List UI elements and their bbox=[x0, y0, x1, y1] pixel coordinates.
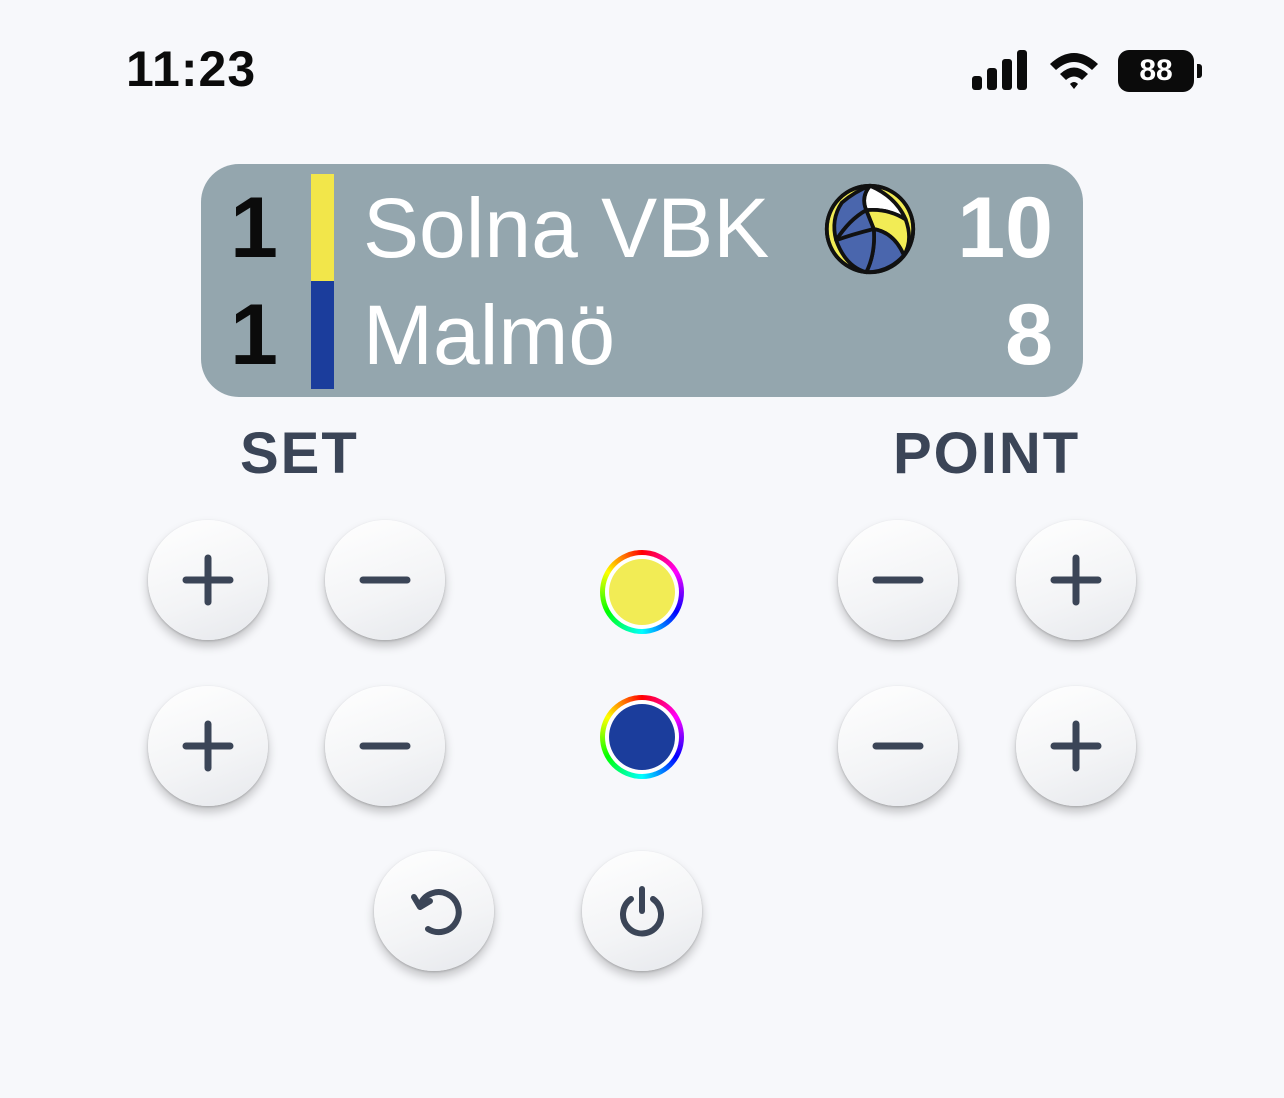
app-screen: 11:23 88 1 Solna VBK 10 1 Malmö 8 SET PO… bbox=[0, 0, 1284, 1098]
set-minus-button-home[interactable] bbox=[325, 520, 445, 640]
minus-icon bbox=[359, 576, 411, 584]
power-icon bbox=[620, 886, 664, 937]
set-plus-button-home[interactable] bbox=[148, 520, 268, 640]
team-sets: 1 bbox=[230, 180, 278, 276]
team-color-picker-away[interactable] bbox=[600, 695, 684, 779]
plus-icon bbox=[1050, 554, 1102, 606]
plus-icon bbox=[182, 554, 234, 606]
team-color-picker-home[interactable] bbox=[600, 550, 684, 634]
point-plus-button-away[interactable] bbox=[1016, 686, 1136, 806]
minus-icon bbox=[872, 576, 924, 584]
set-label: SET bbox=[240, 421, 359, 486]
team-sets: 1 bbox=[230, 287, 278, 383]
point-minus-button-home[interactable] bbox=[838, 520, 958, 640]
power-button[interactable] bbox=[582, 851, 702, 971]
set-plus-button-away[interactable] bbox=[148, 686, 268, 806]
team-name: Malmö bbox=[363, 288, 616, 382]
plus-icon bbox=[182, 720, 234, 772]
scoreboard: 1 Solna VBK 10 1 Malmö 8 bbox=[201, 164, 1083, 397]
reset-button[interactable] bbox=[374, 851, 494, 971]
set-minus-button-away[interactable] bbox=[325, 686, 445, 806]
color-swatch bbox=[609, 704, 675, 770]
minus-icon bbox=[359, 742, 411, 750]
team-color-bar bbox=[311, 174, 334, 282]
point-minus-button-away[interactable] bbox=[838, 686, 958, 806]
team-row-home: 1 Solna VBK 10 bbox=[201, 174, 1083, 282]
team-points: 10 bbox=[957, 180, 1053, 276]
volleyball-icon bbox=[824, 183, 916, 275]
undo-icon bbox=[411, 889, 462, 936]
team-color-bar bbox=[311, 281, 334, 389]
status-time: 11:23 bbox=[126, 41, 257, 97]
team-row-away: 1 Malmö 8 bbox=[201, 281, 1083, 389]
battery-nub bbox=[1197, 64, 1202, 78]
team-points: 8 bbox=[1005, 287, 1053, 383]
wifi-icon bbox=[1050, 53, 1098, 89]
plus-icon bbox=[1050, 720, 1102, 772]
color-swatch bbox=[609, 559, 675, 625]
point-plus-button-home[interactable] bbox=[1016, 520, 1136, 640]
battery-icon: 88 bbox=[1118, 50, 1194, 92]
minus-icon bbox=[872, 742, 924, 750]
point-label: POINT bbox=[893, 421, 1081, 486]
team-name: Solna VBK bbox=[363, 181, 770, 275]
signal-icon bbox=[972, 50, 1027, 90]
